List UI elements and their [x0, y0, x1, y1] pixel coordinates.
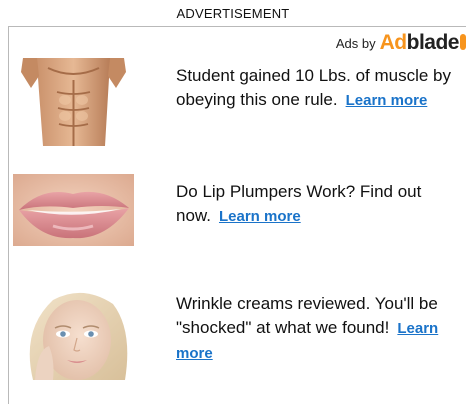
ad-text[interactable]: Do Lip Plumpers Work? Find out now. Learn…: [176, 180, 466, 229]
adblade-logo[interactable]: Adblade: [380, 32, 466, 54]
ads-by-attribution[interactable]: Ads by Adblade: [336, 32, 466, 54]
woman-face-image[interactable]: [13, 290, 134, 380]
logo-part-blade: blade: [406, 31, 460, 54]
logo-part-ad: Ad: [379, 31, 408, 54]
ad-text[interactable]: Student gained 10 Lbs. of muscle by obey…: [176, 64, 466, 113]
learn-more-link[interactable]: Learn more: [219, 208, 301, 225]
ad-page: ADVERTISEMENT Ads by Adblade Student gai…: [0, 0, 466, 404]
muscle-torso-image[interactable]: [13, 58, 134, 146]
ad-text[interactable]: Wrinkle creams reviewed. You'll be "shoc…: [176, 292, 466, 366]
ads-by-label: Ads by: [335, 35, 376, 51]
logo-tail-icon: [460, 34, 466, 50]
advertisement-label: ADVERTISEMENT: [176, 6, 290, 21]
learn-more-link[interactable]: Learn more: [346, 92, 428, 109]
lips-image[interactable]: [13, 174, 134, 246]
